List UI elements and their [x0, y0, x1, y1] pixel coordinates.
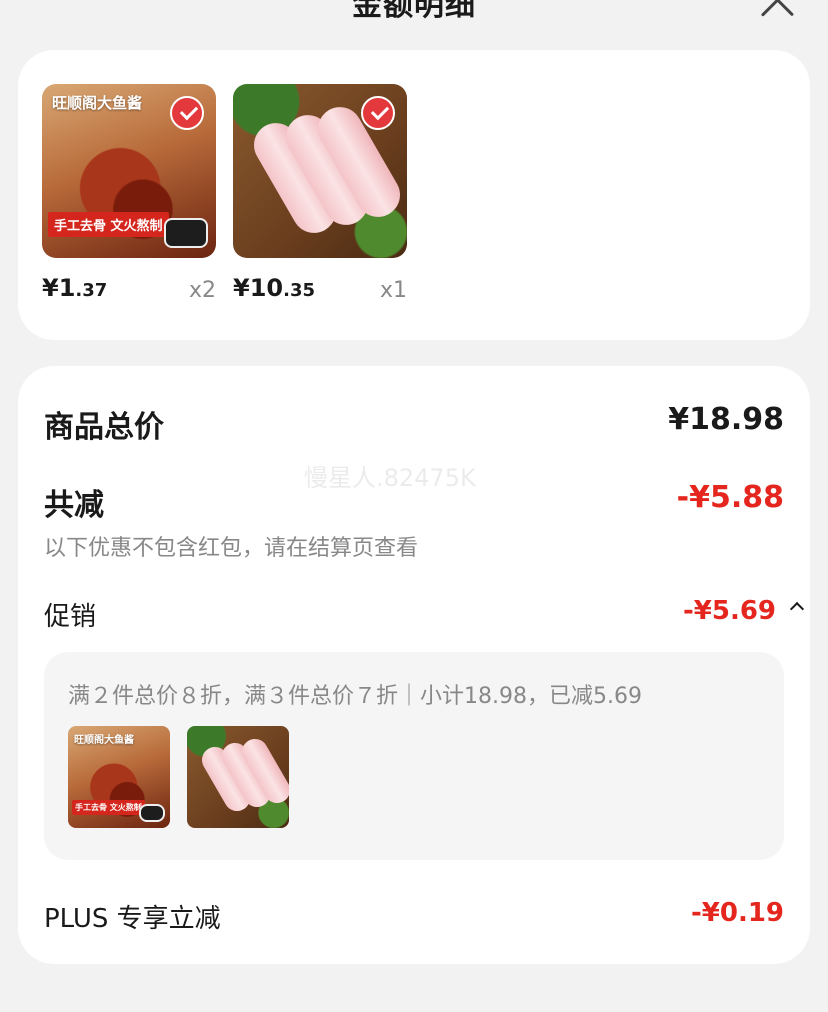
price-detail-card: 慢星人.82475K 商品总价 ¥18.98 共减 -¥5.88 以下优惠不包含…: [18, 366, 810, 964]
discount-hint-text: 以下优惠不包含红包，请在结算页查看: [44, 536, 419, 561]
item-quantity: x2: [188, 278, 216, 303]
sheet-title: 金额明细: [352, 0, 476, 23]
promo-product-thumbnail: [187, 726, 289, 828]
product-banner-text: 手工去骨 文火熬制: [48, 212, 169, 237]
watermark-text: 慢星人.82475K: [304, 464, 476, 492]
item-price: ¥1.37: [42, 274, 108, 302]
product-jar-graphic: [164, 218, 208, 248]
product-jar-graphic: [139, 804, 165, 822]
promotion-value[interactable]: -¥5.69: [683, 596, 776, 626]
total-reduction-label: 共减: [44, 488, 104, 523]
selected-items-card: 旺顺阁大鱼酱 手工去骨 文火熬制 ¥1.37 x2 ¥10.35 x1: [18, 50, 810, 340]
product-banner-text: 手工去骨 文火熬制: [72, 800, 145, 815]
product-brand-text: 旺顺阁大鱼酱: [52, 94, 143, 112]
chevron-up-icon[interactable]: [789, 601, 805, 617]
plus-discount-label: PLUS 专享立减: [44, 904, 221, 934]
promotion-detail-box: 满２件总价８折，满３件总价７折｜小计18.98，已减5.69 旺顺阁大鱼酱 手工…: [44, 652, 784, 860]
sheet-header: 金额明细: [0, 0, 828, 40]
promotion-rule-text: 满２件总价８折，满３件总价７折｜小计18.98，已减5.69: [68, 684, 642, 709]
promo-product-thumbnail: 旺顺阁大鱼酱 手工去骨 文火熬制: [68, 726, 170, 828]
item-quantity: x1: [379, 278, 407, 303]
total-price-value: ¥18.98: [668, 402, 784, 437]
cart-item[interactable]: 旺顺阁大鱼酱 手工去骨 文火熬制 ¥1.37 x2: [42, 84, 216, 303]
total-reduction-value: -¥5.88: [676, 480, 784, 515]
product-brand-text: 旺顺阁大鱼酱: [74, 735, 134, 746]
close-icon[interactable]: [760, 0, 794, 16]
cart-item[interactable]: ¥10.35 x1: [233, 84, 407, 303]
total-price-label: 商品总价: [44, 410, 164, 445]
promotion-label[interactable]: 促销: [44, 596, 96, 633]
product-image-fish-fillet[interactable]: [233, 84, 407, 258]
checkmark-icon[interactable]: [170, 96, 204, 130]
plus-discount-value: -¥0.19: [690, 898, 784, 928]
product-image-fish-sauce[interactable]: 旺顺阁大鱼酱 手工去骨 文火熬制: [42, 84, 216, 258]
item-price: ¥10.35: [233, 274, 315, 302]
checkmark-icon[interactable]: [361, 96, 395, 130]
